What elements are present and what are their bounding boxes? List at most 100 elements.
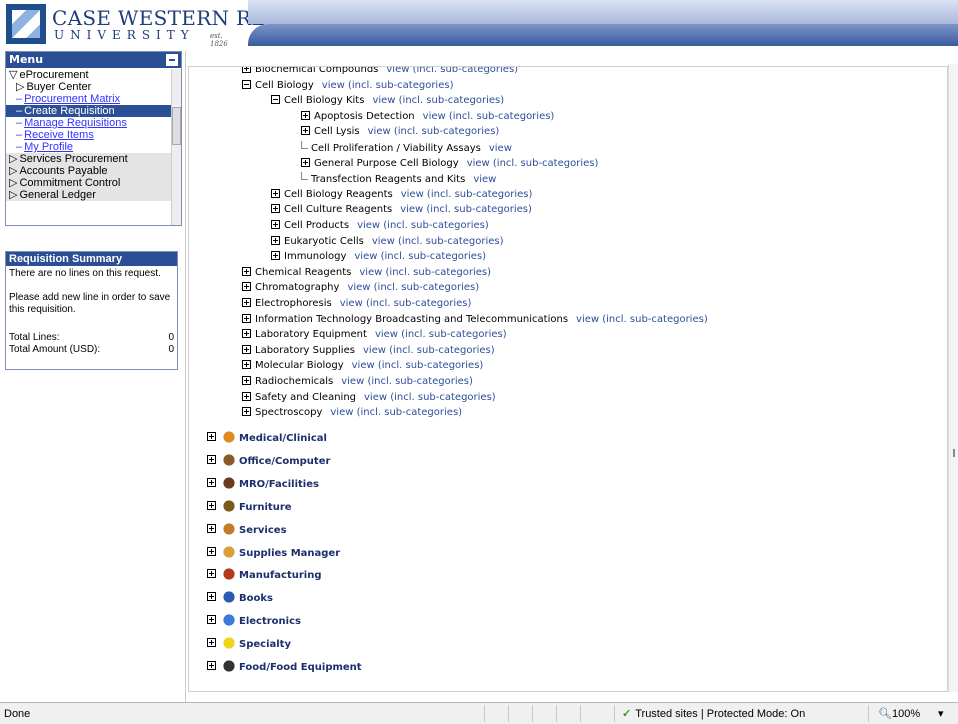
view-link[interactable]: view (incl. sub-categories) <box>375 329 507 340</box>
tree-node-label: Cell Biology <box>255 80 314 91</box>
view-link[interactable]: view (incl. sub-categories) <box>322 80 454 91</box>
expand-icon[interactable] <box>207 500 216 510</box>
view-link[interactable]: view (incl. sub-categories) <box>354 251 486 262</box>
menu-item-receive-items[interactable]: – Receive Items <box>6 129 172 141</box>
view-link[interactable]: view (incl. sub-categories) <box>401 189 533 200</box>
view-link[interactable]: view (incl. sub-categories) <box>576 314 708 325</box>
expand-icon[interactable] <box>207 661 216 670</box>
category-tree-panel: Biochemical Compounds view (incl. sub-cat… <box>188 66 948 692</box>
expand-icon[interactable] <box>271 236 280 245</box>
tree-node-label: Cell Biology Kits <box>284 95 365 106</box>
expand-icon[interactable] <box>207 638 216 648</box>
top-category[interactable]: Supplies Manager <box>207 543 340 564</box>
view-link[interactable]: view <box>473 174 496 185</box>
collapse-icon[interactable] <box>242 80 251 89</box>
content-scrollbar[interactable] <box>948 64 958 692</box>
menu-item-manage-requisitions[interactable]: – Manage Requisitions <box>6 117 172 129</box>
expand-icon[interactable] <box>242 360 251 369</box>
scroll-thumb[interactable] <box>172 107 181 145</box>
add-to-favorites-link[interactable]: Add to Favorites <box>786 53 895 66</box>
medical-cross-icon <box>220 429 238 445</box>
menu-item-procurement-matrix[interactable]: – Procurement Matrix <box>6 93 172 105</box>
expand-icon[interactable] <box>271 220 280 229</box>
collapse-icon[interactable] <box>166 54 178 66</box>
expand-icon[interactable] <box>207 615 216 625</box>
total-lines-row: Total Lines: 0 <box>9 332 174 344</box>
expand-icon[interactable] <box>301 126 310 135</box>
top-category[interactable]: Services <box>207 520 287 541</box>
menu-item-buyer-center[interactable]: ▷ Buyer Center <box>6 81 172 93</box>
expand-icon[interactable] <box>207 454 216 464</box>
view-link[interactable]: view (incl. sub-categories) <box>364 392 496 403</box>
expand-icon[interactable] <box>207 523 216 533</box>
menu-item-commitment-control[interactable]: ▷ Commitment Control <box>6 177 172 189</box>
expand-icon[interactable] <box>242 329 251 338</box>
top-category[interactable]: Food/Food Equipment <box>207 658 362 678</box>
summary-title: Requisition Summary <box>6 252 177 266</box>
menu-item-my-profile[interactable]: – My Profile <box>6 141 172 153</box>
view-link[interactable]: view (incl. sub-categories) <box>467 158 599 169</box>
view-link[interactable]: view (incl. sub-categories) <box>372 95 504 106</box>
utensils-icon <box>220 658 238 674</box>
zoom-level[interactable]: 🔍︎100% <box>878 707 920 720</box>
collapse-icon[interactable] <box>271 95 280 104</box>
expand-icon[interactable] <box>242 345 251 354</box>
view-link[interactable]: view (incl. sub-categories) <box>357 220 489 231</box>
view-link[interactable]: view (incl. sub-categories) <box>341 376 473 387</box>
view-link[interactable]: view (incl. sub-categories) <box>400 204 532 215</box>
menu-item-general-ledger[interactable]: ▷ General Ledger <box>6 189 172 201</box>
view-link[interactable]: view (incl. sub-categories) <box>372 236 504 247</box>
scroll-grip[interactable] <box>953 449 955 457</box>
top-category[interactable]: MRO/Facilities <box>207 474 319 495</box>
view-link[interactable]: view (incl. sub-categories) <box>386 67 518 75</box>
tree-node: Cell Biology Kits view (incl. sub-categor… <box>271 94 504 108</box>
expand-icon[interactable] <box>271 204 280 213</box>
total-lines-value: 0 <box>168 332 174 343</box>
expand-icon[interactable] <box>207 592 216 602</box>
view-link[interactable]: view (incl. sub-categories) <box>368 126 500 137</box>
worklist-link[interactable]: Worklist <box>723 53 787 66</box>
expand-icon[interactable] <box>207 546 216 556</box>
view-link[interactable]: view (incl. sub-categories) <box>363 345 495 356</box>
expand-icon[interactable] <box>242 314 251 323</box>
expand-icon[interactable] <box>242 267 251 276</box>
expand-icon[interactable] <box>271 251 280 260</box>
view-link[interactable]: view <box>489 143 512 154</box>
view-link[interactable]: view (incl. sub-categories) <box>340 298 472 309</box>
view-link[interactable]: view (incl. sub-categories) <box>330 407 462 418</box>
top-category[interactable]: Manufacturing <box>207 566 322 586</box>
pane-divider[interactable] <box>185 51 186 702</box>
expand-icon[interactable] <box>242 298 251 307</box>
top-category[interactable]: Office/Computer <box>207 451 330 472</box>
view-link[interactable]: view (incl. sub-categories) <box>347 282 479 293</box>
home-link[interactable]: Home <box>672 53 724 66</box>
view-link[interactable]: view (incl. sub-categories) <box>352 360 484 371</box>
expand-icon[interactable] <box>242 67 251 73</box>
expand-icon[interactable] <box>207 432 216 441</box>
menu-item-create-requisition[interactable]: – Create Requisition <box>6 105 172 117</box>
security-zone[interactable]: ✓ Trusted sites | Protected Mode: On <box>622 707 805 720</box>
expand-icon[interactable] <box>301 111 310 120</box>
top-category[interactable]: Furniture <box>207 497 292 518</box>
top-category[interactable]: Medical/Clinical <box>207 429 327 449</box>
top-category[interactable]: Books <box>207 589 273 609</box>
menu-scrollbar[interactable] <box>171 69 181 225</box>
view-link[interactable]: view (incl. sub-categories) <box>423 111 555 122</box>
expand-icon[interactable] <box>242 282 251 291</box>
expand-icon[interactable] <box>207 569 216 579</box>
expand-icon[interactable] <box>207 477 216 487</box>
view-link[interactable]: view (incl. sub-categories) <box>359 267 491 278</box>
menu-item-eprocurement[interactable]: ▽ eProcurement <box>6 69 172 81</box>
menu-item-accounts-payable[interactable]: ▷ Accounts Payable <box>6 165 172 177</box>
menu-item-services-procurement[interactable]: ▷ Services Procurement <box>6 153 172 165</box>
expand-icon[interactable] <box>242 392 251 401</box>
tree-node: Molecular Biology view (incl. sub-categor… <box>242 359 483 373</box>
expand-icon[interactable] <box>242 407 251 416</box>
navigation-menu: Menu ▽ eProcurement ▷ Buyer Center – Procurem… <box>5 51 182 226</box>
zoom-dropdown-icon[interactable]: ▾ <box>938 707 944 720</box>
expand-icon[interactable] <box>271 189 280 198</box>
top-category[interactable]: Electronics <box>207 612 301 632</box>
top-category[interactable]: Specialty <box>207 635 291 655</box>
expand-icon[interactable] <box>242 376 251 385</box>
expand-icon[interactable] <box>301 158 310 167</box>
